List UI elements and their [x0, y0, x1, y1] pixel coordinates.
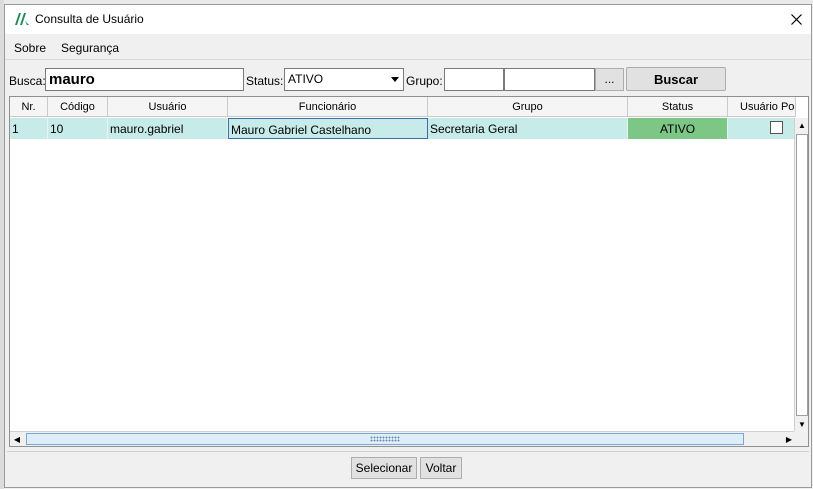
- scrollbar-corner: [794, 431, 808, 446]
- cell-usuario[interactable]: mauro.gabriel: [108, 118, 228, 139]
- selecionar-button[interactable]: Selecionar: [351, 457, 417, 479]
- grupo-label: Grupo:: [406, 74, 443, 88]
- grupo-lookup-button[interactable]: ...: [595, 68, 624, 91]
- cell-usuario-po: [728, 118, 796, 139]
- horizontal-scrollbar[interactable]: ◀ ▶: [10, 431, 796, 446]
- vertical-scroll-thumb[interactable]: [796, 134, 808, 416]
- scroll-down-icon[interactable]: ▼: [795, 417, 809, 431]
- menu-bar: Sobre Segurança: [5, 36, 811, 60]
- vertical-scrollbar[interactable]: ▲ ▼: [794, 118, 808, 431]
- menu-seguranca[interactable]: Segurança: [61, 41, 119, 55]
- column-header-funcionario[interactable]: Funcionário: [228, 97, 428, 117]
- window-title: Consulta de Usuário: [35, 12, 144, 26]
- table-row[interactable]: 1 10 mauro.gabriel Mauro Gabriel Castelh…: [10, 118, 796, 139]
- voltar-button[interactable]: Voltar: [420, 457, 462, 479]
- cell-funcionario[interactable]: Mauro Gabriel Castelhano: [228, 118, 428, 139]
- horizontal-scroll-thumb[interactable]: [26, 433, 744, 445]
- column-header-grupo[interactable]: Grupo: [428, 97, 628, 117]
- buscar-button[interactable]: Buscar: [626, 67, 726, 91]
- search-input[interactable]: mauro: [45, 68, 244, 91]
- column-header-codigo[interactable]: Código: [48, 97, 108, 117]
- status-badge[interactable]: ATIVO: [628, 118, 728, 139]
- grupo-name-input[interactable]: [504, 68, 595, 91]
- menu-sobre[interactable]: Sobre: [14, 41, 46, 55]
- status-select-value: ATIVO: [288, 72, 324, 86]
- close-icon: [790, 14, 802, 25]
- busca-label: Busca:: [9, 74, 46, 88]
- title-bar: Consulta de Usuário: [5, 5, 811, 34]
- usuario-po-checkbox[interactable]: [770, 121, 783, 134]
- grupo-code-input[interactable]: [444, 68, 504, 91]
- column-header-usuario[interactable]: Usuário: [108, 97, 228, 117]
- cell-nr[interactable]: 1: [10, 118, 48, 139]
- column-header-status[interactable]: Status: [628, 97, 728, 117]
- filter-bar: Busca: mauro Status: ATIVO Grupo: ... Bu…: [5, 67, 811, 93]
- status-label: Status:: [246, 74, 284, 88]
- chevron-down-icon: [391, 77, 399, 82]
- app-logo-icon: [15, 13, 29, 25]
- column-header-nr[interactable]: Nr.: [10, 97, 48, 117]
- status-select[interactable]: ATIVO: [284, 68, 404, 91]
- user-query-dialog: Consulta de Usuário Sobre Segurança Busc…: [4, 4, 812, 488]
- column-header-usuario-po[interactable]: Usuário Po: [728, 97, 796, 117]
- results-grid: Nr. Código Usuário Funcionário Grupo Sta…: [9, 96, 809, 447]
- cell-grupo[interactable]: Secretaria Geral: [428, 118, 628, 139]
- scroll-grip-icon: [370, 436, 400, 442]
- scroll-up-icon[interactable]: ▲: [795, 118, 809, 132]
- cell-codigo[interactable]: 10: [48, 118, 108, 139]
- close-button[interactable]: [781, 5, 811, 34]
- scroll-left-icon[interactable]: ◀: [10, 432, 24, 446]
